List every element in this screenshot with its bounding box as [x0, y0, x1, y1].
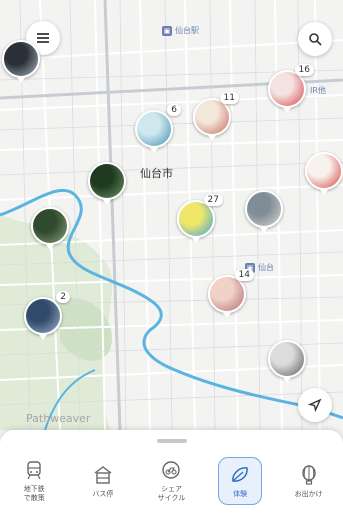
- poi-label: 仙台駅: [175, 26, 199, 35]
- subway-icon: [27, 461, 41, 480]
- poi-label: 仙台: [258, 263, 274, 272]
- pin-photo: [2, 40, 40, 78]
- pin-tail: [102, 198, 112, 205]
- pin-tail: [149, 146, 159, 153]
- pin-tail: [191, 236, 201, 243]
- pin-count-badge: 6: [167, 104, 181, 116]
- search-icon: [309, 33, 322, 46]
- app: ▣ 仙台駅 ▣ 仙台 IR他 仙台市 Pathweaver 6 11 16 27 14 2…: [0, 0, 343, 521]
- poi-station-top: ▣ 仙台駅: [162, 25, 199, 36]
- locate-button[interactable]: [298, 388, 332, 422]
- pin-count-badge: 2: [56, 291, 70, 303]
- poi-label: IR他: [310, 86, 326, 95]
- pin-tail: [222, 311, 232, 318]
- tab-experience[interactable]: 体験: [206, 448, 275, 514]
- pin-tail: [207, 134, 217, 141]
- pin-count-badge: 11: [219, 92, 239, 104]
- tab-subway[interactable]: 地下鉄 で散策: [0, 448, 69, 514]
- tab-outing[interactable]: お出かけ: [274, 448, 343, 514]
- map-watermark: Pathweaver: [26, 412, 91, 425]
- experience-icon: [232, 467, 248, 482]
- pin-tail: [16, 76, 26, 83]
- bike-share-icon: [162, 461, 181, 479]
- pin-tail: [282, 376, 292, 383]
- tab-bike-share[interactable]: シェア サイクル: [137, 448, 206, 514]
- bottom-sheet[interactable]: 地下鉄 で散策 バス停 シェア サイクル 体験 お出かけ: [0, 430, 343, 521]
- poi-right: IR他: [310, 85, 326, 96]
- pin-tail: [45, 243, 55, 250]
- experience-pin-f[interactable]: 2: [24, 291, 70, 340]
- experience-pin-a[interactable]: 6: [135, 104, 181, 153]
- tab-label: シェア サイクル: [157, 485, 186, 502]
- experience-pin-l[interactable]: [2, 40, 40, 83]
- pin-photo: [135, 110, 173, 148]
- outing-icon: [301, 464, 316, 485]
- experience-pin-k[interactable]: [268, 340, 306, 383]
- pin-photo: [305, 152, 343, 190]
- experience-pin-d[interactable]: 27: [177, 194, 223, 243]
- experience-pin-e[interactable]: 14: [208, 269, 254, 318]
- tab-label: バス停: [92, 489, 114, 498]
- tab-label: お出かけ: [294, 489, 323, 498]
- pin-count-badge: 27: [203, 194, 223, 206]
- experience-pin-g[interactable]: [88, 162, 126, 205]
- pin-count-badge: 14: [234, 269, 254, 281]
- rail-icon: ▣: [162, 25, 172, 36]
- experience-pin-b[interactable]: 11: [193, 92, 239, 141]
- experience-pin-j[interactable]: [245, 190, 283, 233]
- experience-pin-h[interactable]: [31, 207, 69, 250]
- search-button[interactable]: [298, 22, 332, 56]
- tab-label: 地下鉄 で散策: [23, 485, 45, 502]
- tab-experience-highlight: 体験: [218, 457, 263, 505]
- pin-count-badge: 16: [294, 64, 314, 76]
- experience-pin-i[interactable]: [305, 152, 343, 195]
- pin-tail: [282, 106, 292, 113]
- pin-photo: [268, 340, 306, 378]
- pin-tail: [38, 333, 48, 340]
- bus-stop-icon: [94, 465, 112, 484]
- pin-photo: [245, 190, 283, 228]
- pin-photo: [24, 297, 62, 335]
- pin-photo: [88, 162, 126, 200]
- pin-photo: [31, 207, 69, 245]
- experience-pin-c[interactable]: 16: [268, 64, 314, 113]
- tab-bus-stop[interactable]: バス停: [69, 448, 138, 514]
- tab-label: 体験: [233, 490, 248, 498]
- navigation-arrow-icon: [308, 398, 322, 412]
- city-label: 仙台市: [140, 167, 173, 180]
- pin-tail: [319, 188, 329, 195]
- sheet-handle[interactable]: [157, 439, 187, 443]
- pin-tail: [259, 226, 269, 233]
- category-tabbar: 地下鉄 で散策 バス停 シェア サイクル 体験 お出かけ: [0, 448, 343, 514]
